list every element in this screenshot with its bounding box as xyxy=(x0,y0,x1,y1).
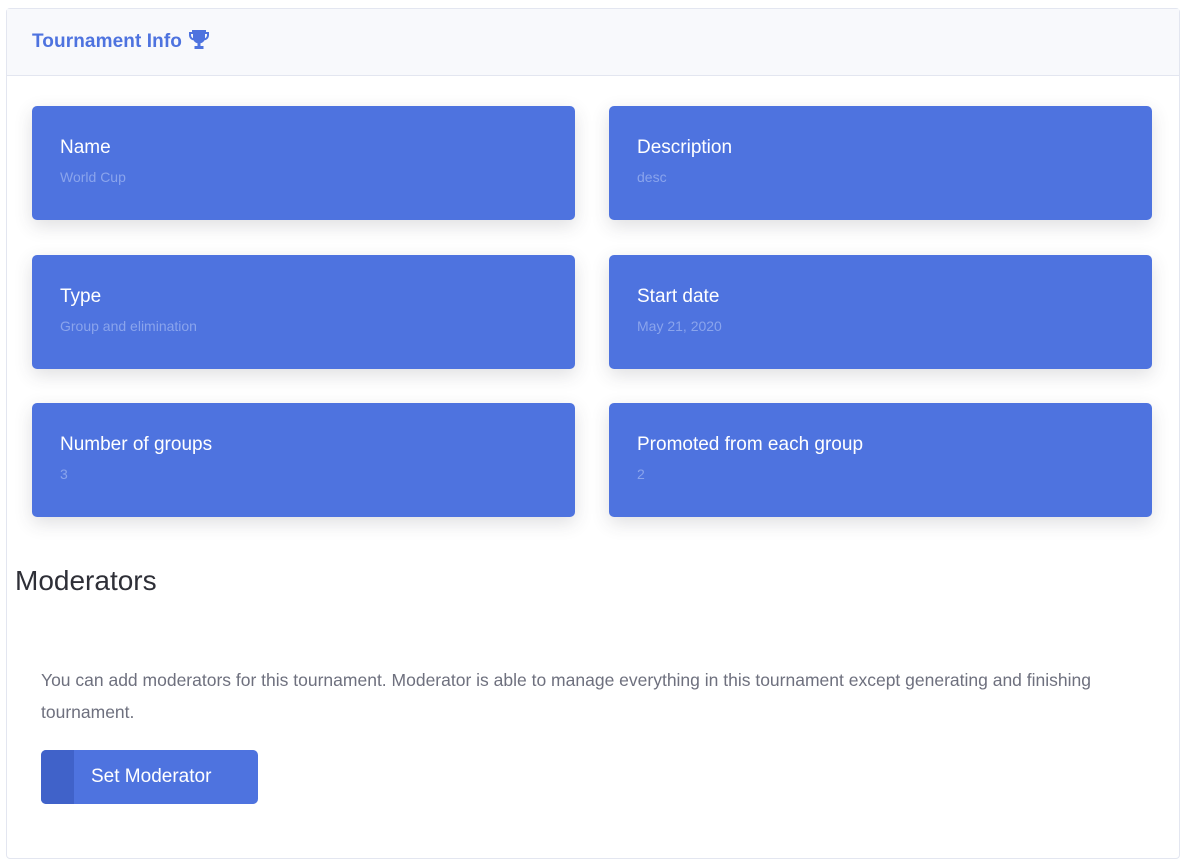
tile-value: 2 xyxy=(637,466,645,482)
tile-promoted-from-each-group: Promoted from each group 2 xyxy=(609,403,1152,517)
tile-value: May 21, 2020 xyxy=(637,318,722,334)
tile-label: Promoted from each group xyxy=(637,434,864,455)
moderators-description: You can add moderators for this tourname… xyxy=(41,670,1091,722)
tile-description: Description desc xyxy=(609,106,1152,220)
tile-value: desc xyxy=(637,169,667,185)
tile-label: Number of groups xyxy=(60,434,213,455)
card-header: Tournament Info xyxy=(7,9,1179,76)
tile-value: World Cup xyxy=(60,169,126,185)
set-moderator-button[interactable]: Set Moderator xyxy=(41,750,258,804)
tile-value: 3 xyxy=(60,466,68,482)
card-title: Tournament Info xyxy=(32,31,182,52)
moderators-heading: Moderators xyxy=(15,565,157,596)
tile-label: Name xyxy=(60,137,111,158)
tile-number-of-groups: Number of groups 3 xyxy=(32,403,575,517)
tile-label: Description xyxy=(637,137,733,158)
tile-label: Type xyxy=(60,286,102,307)
tournament-info-card: Tournament Info Name World Cup Descripti… xyxy=(6,8,1180,859)
trophy-icon xyxy=(188,29,210,55)
tile-start-date: Start date May 21, 2020 xyxy=(609,255,1152,369)
tile-type: Type Group and elimination xyxy=(32,255,575,369)
tile-value: Group and elimination xyxy=(60,318,197,334)
set-moderator-label: Set Moderator xyxy=(91,766,212,787)
tile-label: Start date xyxy=(637,286,720,307)
tile-name: Name World Cup xyxy=(32,106,575,220)
button-accent xyxy=(41,750,74,804)
